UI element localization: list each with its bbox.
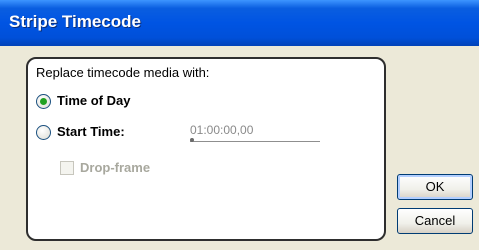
time-of-day-radio[interactable] bbox=[36, 94, 51, 109]
start-time-input[interactable]: 01:00:00,00 bbox=[190, 123, 320, 142]
cancel-button[interactable]: Cancel bbox=[397, 208, 473, 234]
start-time-radio[interactable] bbox=[36, 125, 51, 140]
radio-selected-dot bbox=[40, 98, 47, 105]
time-of-day-label[interactable]: Time of Day bbox=[57, 93, 130, 108]
drop-frame-label: Drop-frame bbox=[80, 160, 151, 175]
ok-button[interactable]: OK bbox=[397, 174, 473, 200]
caret-marker-icon bbox=[190, 138, 194, 142]
drop-frame-checkbox[interactable] bbox=[60, 161, 74, 175]
start-time-value: 01:00:00,00 bbox=[190, 123, 254, 137]
window-title: Stripe Timecode bbox=[9, 12, 141, 31]
start-time-label[interactable]: Start Time: bbox=[57, 124, 125, 139]
replace-prompt-label: Replace timecode media with: bbox=[36, 65, 210, 80]
timecode-options-group: Replace timecode media with: Time of Day… bbox=[26, 57, 386, 241]
title-bar[interactable]: Stripe Timecode bbox=[0, 0, 479, 46]
